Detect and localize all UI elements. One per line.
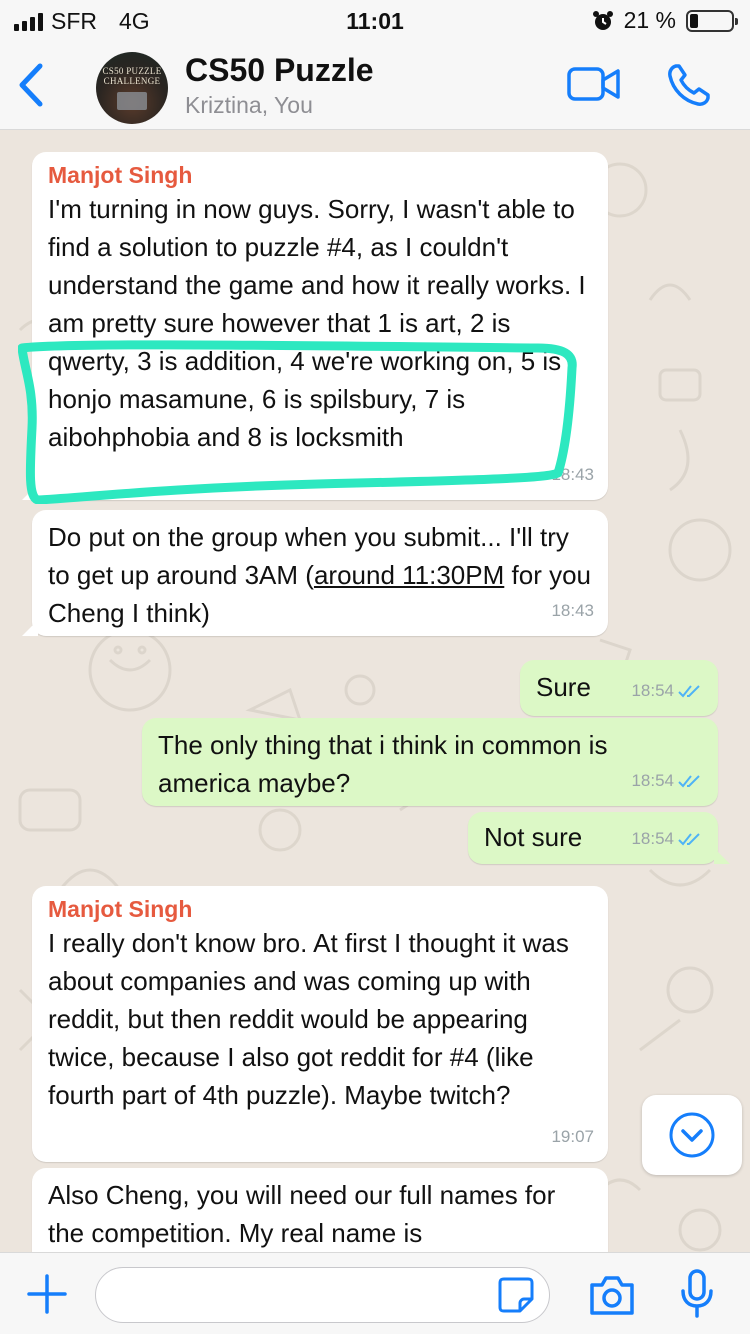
camera-icon[interactable] [588,1273,636,1317]
chat-header: CS50 PUZZLE CHALLENGE CS50 Puzzle Krizti… [0,40,750,130]
message-text: Also Cheng, you will need our full names… [48,1180,556,1248]
message-time: 18:43 [551,601,594,620]
message-meta: 19:07 [551,1118,594,1156]
message-time: 18:54 [631,829,674,848]
message-text: The only thing that i think in common is… [158,730,608,798]
message-time: 19:07 [551,1127,594,1146]
message-bubble-outgoing[interactable]: Not sure 18:54 [468,812,730,864]
message-bubble-outgoing[interactable]: The only thing that i think in common is… [142,718,718,806]
message-bubble-incoming[interactable]: Also Cheng, you will need our full names… [32,1168,608,1252]
message-meta: 18:54 [631,820,704,858]
composer-bar [0,1252,750,1334]
read-ticks-icon [678,775,700,788]
message-time: 18:54 [631,681,674,700]
status-bar: SFR 4G 11:01 21 % [0,0,750,40]
message-meta: 18:54 [631,762,704,800]
battery-percent: 21 % [623,7,676,33]
message-text: I really don't know bro. At first I thou… [48,928,569,1110]
read-ticks-icon [678,833,700,846]
chevron-down-circle-icon [669,1112,715,1158]
avatar-text-line1: CS50 PUZZLE [102,66,162,76]
read-ticks-icon [678,685,700,698]
message-bubble-outgoing[interactable]: Sure 18:54 [520,660,718,716]
sender-name: Manjot Singh [48,896,193,922]
time-link[interactable]: around 11:30PM [314,560,504,590]
chat-title[interactable]: CS50 Puzzle [185,52,374,89]
highlight-annotation [18,340,577,504]
microphone-icon[interactable] [680,1269,714,1319]
video-call-icon[interactable] [566,64,622,104]
chat-participants[interactable]: Kriztina, You [185,92,313,119]
avatar-text-line2: CHALLENGE [103,76,161,86]
message-input[interactable] [95,1267,550,1323]
sender-name: Manjot Singh [48,162,193,188]
message-bubble-incoming[interactable]: Do put on the group when you submit... I… [22,510,608,636]
sticker-icon[interactable] [496,1275,536,1315]
group-avatar[interactable]: CS50 PUZZLE CHALLENGE [96,52,168,124]
battery-icon [686,9,738,32]
message-meta: 18:43 [551,592,594,630]
phone-icon[interactable] [666,62,712,108]
scroll-to-bottom-button[interactable] [642,1095,742,1175]
status-right: 21 % [592,7,738,34]
back-chevron-icon[interactable] [14,60,50,110]
message-list[interactable]: Manjot Singh I'm turning in now guys. So… [0,130,750,1252]
alarm-icon [592,10,613,30]
plus-icon[interactable] [26,1273,68,1315]
message-bubble-incoming[interactable]: Manjot Singh I really don't know bro. At… [32,886,608,1162]
message-text: Do put on the group when you submit... I… [48,518,592,632]
message-time: 18:54 [631,771,674,790]
message-meta: 18:54 [631,672,704,710]
